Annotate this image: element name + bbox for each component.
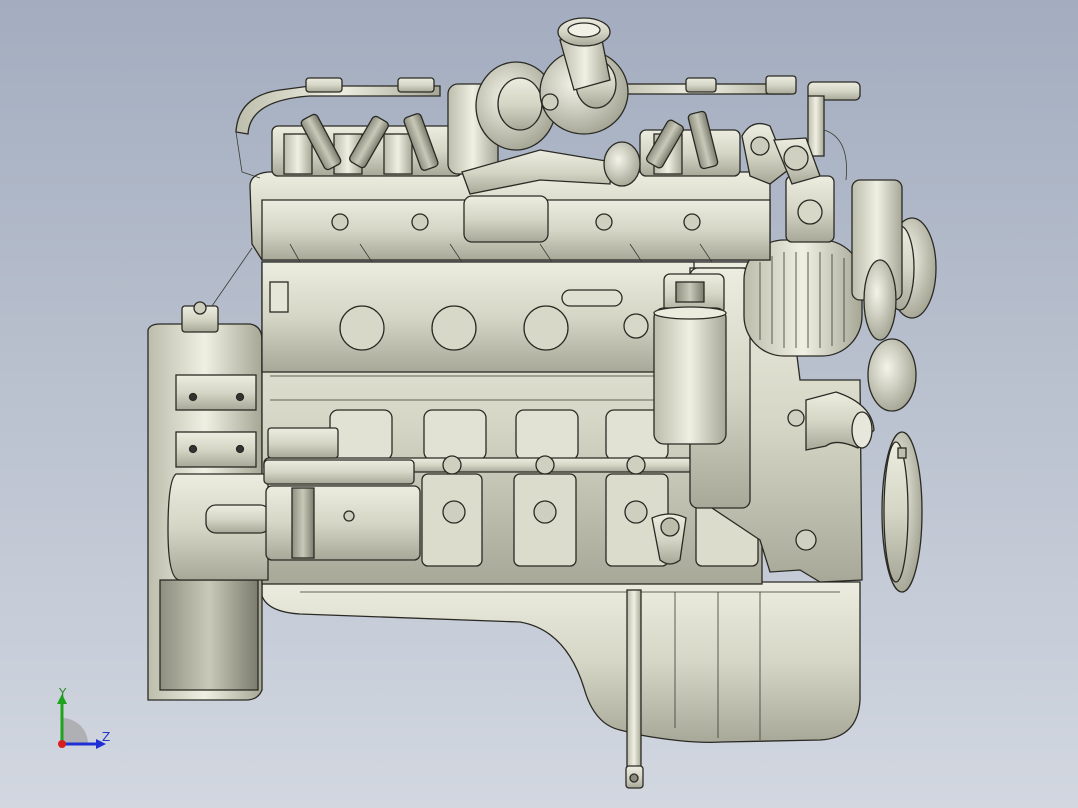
turbocharger (447, 17, 641, 195)
triad-y-label: Y (59, 686, 67, 700)
graphics-viewport[interactable]: Y Z (0, 0, 1078, 808)
oil-filter (653, 273, 727, 445)
view-orientation-triad: Y Z (40, 680, 130, 760)
triad-graphic (57, 694, 106, 749)
oil-pan (261, 581, 861, 744)
engine-3d-model[interactable] (0, 0, 1078, 808)
front-pulleys (851, 179, 937, 593)
triad-z-label: Z (102, 730, 111, 744)
triad-x-axis-dot (58, 740, 66, 748)
dipstick-bracket (626, 589, 642, 769)
